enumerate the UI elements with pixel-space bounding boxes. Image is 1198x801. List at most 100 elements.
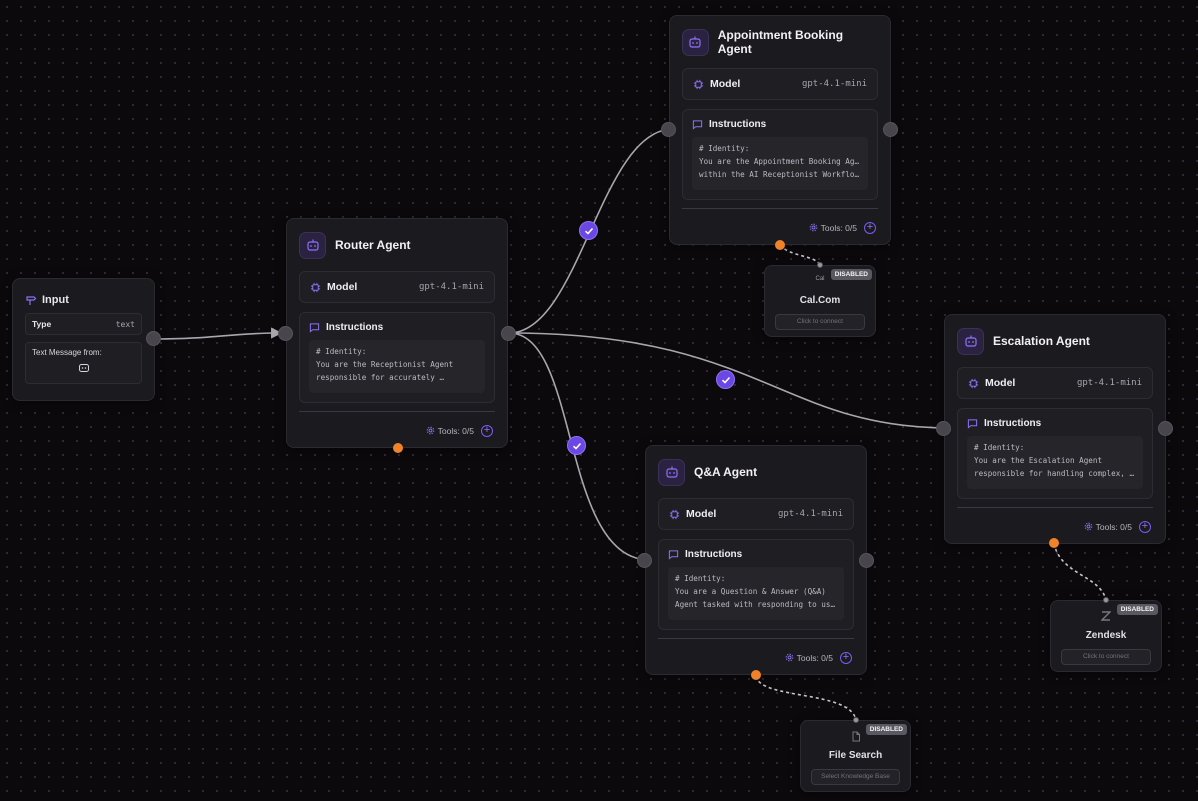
add-tool-button[interactable]: + xyxy=(840,651,852,664)
router-input-handle[interactable] xyxy=(278,326,293,341)
tools-count: Tools: 0/5 xyxy=(820,222,857,233)
select-knowledge-base-button[interactable]: Select Knowledge Base xyxy=(811,769,900,785)
tools-row: Tools: 0/5 + xyxy=(646,639,866,669)
message-square-icon xyxy=(668,550,679,560)
gear-icon xyxy=(1084,522,1092,531)
tools-count: Tools: 0/5 xyxy=(796,652,833,663)
gear-icon xyxy=(809,223,817,232)
qa-tool-handle[interactable] xyxy=(751,670,761,680)
edge-check-badge[interactable] xyxy=(567,436,586,455)
qa-agent-node[interactable]: Q&A Agent Model gpt-4.1-mini Instruction… xyxy=(645,445,867,675)
add-tool-button[interactable]: + xyxy=(481,424,493,437)
instructions-box[interactable]: Instructions # Identity: You are the Rec… xyxy=(299,312,495,403)
appointment-input-handle[interactable] xyxy=(661,122,676,137)
appointment-output-handle[interactable] xyxy=(883,122,898,137)
model-label: Model xyxy=(686,508,717,520)
instructions-box[interactable]: Instructions # Identity: You are the App… xyxy=(682,109,878,200)
instructions-label: Instructions xyxy=(326,322,384,333)
check-icon xyxy=(584,227,593,235)
cpu-icon xyxy=(310,282,321,292)
tools-count: Tools: 0/5 xyxy=(1095,521,1132,532)
model-row[interactable]: Model gpt-4.1-mini xyxy=(658,498,854,530)
gear-icon xyxy=(426,426,434,435)
instructions-line: # Identity: xyxy=(974,443,1025,452)
agent-title: Escalation Agent xyxy=(993,334,1090,348)
zendesk-tool-node[interactable]: DISABLED Zendesk Click to connect xyxy=(1050,600,1162,672)
appointment-tool-handle[interactable] xyxy=(775,240,785,250)
escalation-tool-handle[interactable] xyxy=(1049,538,1059,548)
model-value: gpt-4.1-mini xyxy=(1076,378,1142,388)
add-tool-button[interactable]: + xyxy=(1139,520,1151,533)
edge-check-badge[interactable] xyxy=(579,221,598,240)
qa-input-handle[interactable] xyxy=(637,553,652,568)
workflow-canvas[interactable]: Input Type text Text Message from: Route… xyxy=(0,0,1198,801)
tool-name: File Search xyxy=(828,750,883,761)
tools-row: Tools: 0/5 + xyxy=(287,412,507,442)
message-square-icon xyxy=(967,419,978,429)
message-square-icon xyxy=(309,323,320,333)
instructions-line: # Identity: xyxy=(675,574,726,583)
edge-appointment-calcom xyxy=(779,244,821,266)
input-message-label: Text Message from: xyxy=(32,348,102,357)
model-row[interactable]: Model gpt-4.1-mini xyxy=(299,271,495,303)
escalation-input-handle[interactable] xyxy=(936,421,951,436)
input-output-handle[interactable] xyxy=(146,331,161,346)
robot-icon xyxy=(957,327,984,355)
instructions-box[interactable]: Instructions # Identity: You are a Quest… xyxy=(658,539,854,630)
agent-title: Q&A Agent xyxy=(694,465,758,479)
instructions-line: You are the Escalation Agent xyxy=(974,456,1103,465)
cpu-icon xyxy=(693,79,704,89)
instructions-label: Instructions xyxy=(984,418,1042,429)
file-icon xyxy=(801,731,910,744)
robot-icon xyxy=(658,458,685,486)
escalation-agent-node[interactable]: Escalation Agent Model gpt-4.1-mini Inst… xyxy=(944,314,1166,544)
add-tool-button[interactable]: + xyxy=(864,221,876,234)
instructions-text: # Identity: You are the Escalation Agent… xyxy=(967,436,1143,489)
zendesk-icon xyxy=(1051,611,1161,623)
edge-escalation-zendesk xyxy=(1053,542,1107,601)
instructions-line: You are the Appointment Booking Agent xyxy=(699,157,861,166)
input-message-box[interactable]: Text Message from: xyxy=(25,342,142,384)
cpu-icon xyxy=(968,378,979,388)
model-value: gpt-4.1-mini xyxy=(777,509,843,519)
connect-button[interactable]: Click to connect xyxy=(775,314,865,330)
calcom-input-handle[interactable] xyxy=(817,262,823,268)
zendesk-input-handle[interactable] xyxy=(1103,597,1109,603)
model-row[interactable]: Model gpt-4.1-mini xyxy=(957,367,1153,399)
appointment-agent-node[interactable]: Appointment Booking Agent Model gpt-4.1-… xyxy=(669,15,891,245)
connect-button[interactable]: Click to connect xyxy=(1061,649,1151,665)
instructions-line: You are a Question & Answer (Q&A) xyxy=(675,587,826,596)
escalation-output-handle[interactable] xyxy=(1158,421,1173,436)
model-label: Model xyxy=(710,78,741,90)
model-value: gpt-4.1-mini xyxy=(418,282,484,292)
edge-qa-filesearch xyxy=(755,675,857,721)
tools-count: Tools: 0/5 xyxy=(437,425,474,436)
router-output-handle[interactable] xyxy=(501,326,516,341)
router-agent-node[interactable]: Router Agent Model gpt-4.1-mini Instruct… xyxy=(286,218,508,448)
file-search-input-handle[interactable] xyxy=(853,717,859,723)
model-value: gpt-4.1-mini xyxy=(801,79,867,89)
instructions-box[interactable]: Instructions # Identity: You are the Esc… xyxy=(957,408,1153,499)
tools-row: Tools: 0/5 + xyxy=(670,209,890,239)
instructions-line: responsible for handling complex, … xyxy=(974,469,1135,478)
file-search-tool-node[interactable]: DISABLED File Search Select Knowledge Ba… xyxy=(800,720,911,792)
input-type-label: Type xyxy=(32,319,52,329)
instructions-label: Instructions xyxy=(685,549,743,560)
router-tool-handle[interactable] xyxy=(393,443,403,453)
input-type-row[interactable]: Type text xyxy=(25,313,142,335)
instructions-text: # Identity: You are the Receptionist Age… xyxy=(309,340,485,393)
input-node-title: Input xyxy=(42,294,69,306)
tools-row: Tools: 0/5 + xyxy=(945,508,1165,538)
check-icon xyxy=(721,376,730,384)
tool-name: Cal.Com xyxy=(799,295,841,306)
instructions-line: Agent tasked with responding to user… xyxy=(675,600,837,609)
input-node[interactable]: Input Type text Text Message from: xyxy=(12,278,155,401)
instructions-text: # Identity: You are a Question & Answer … xyxy=(668,567,844,620)
edge-check-badge[interactable] xyxy=(716,370,735,389)
tool-name: Zendesk xyxy=(1085,630,1127,641)
instructions-line: # Identity: xyxy=(316,347,367,356)
calcom-tool-node[interactable]: DISABLED Cal Cal.Com Click to connect xyxy=(764,265,876,337)
model-row[interactable]: Model gpt-4.1-mini xyxy=(682,68,878,100)
qa-output-handle[interactable] xyxy=(859,553,874,568)
agent-title: Appointment Booking Agent xyxy=(717,28,844,56)
